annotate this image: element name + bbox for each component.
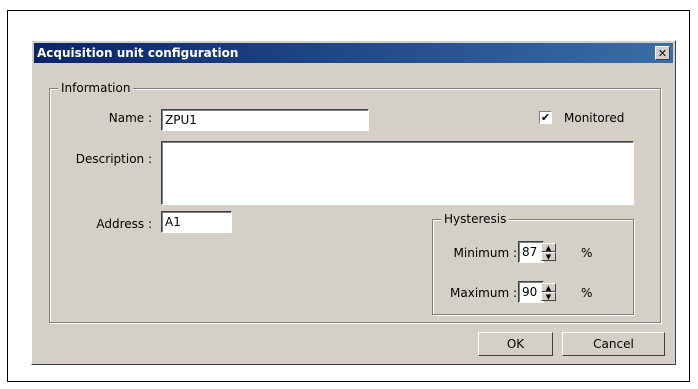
close-button[interactable]: ✕ <box>655 46 670 60</box>
minimum-label: Minimum : <box>453 246 517 260</box>
name-field[interactable] <box>161 109 369 131</box>
dialog-titlebar[interactable]: Acquisition unit configuration ✕ <box>34 43 673 63</box>
cancel-button[interactable]: Cancel <box>562 332 665 356</box>
maximum-unit: % <box>581 286 593 300</box>
cancel-button-label: Cancel <box>593 337 634 351</box>
hysteresis-legend: Hysteresis <box>441 212 510 226</box>
ok-button-label: OK <box>506 337 525 351</box>
maximum-label: Maximum : <box>450 286 517 300</box>
maximum-spinner[interactable]: ▲ ▼ <box>541 283 556 301</box>
dialog-title: Acquisition unit configuration <box>37 46 239 60</box>
minimum-spinner[interactable]: ▲ ▼ <box>541 243 556 261</box>
description-field[interactable] <box>161 141 634 205</box>
name-label: Name : <box>108 111 152 125</box>
monitored-checkbox[interactable]: ✔ <box>539 111 552 124</box>
maximum-down-arrow-icon[interactable]: ▼ <box>541 292 556 301</box>
information-legend: Information <box>58 81 134 95</box>
monitored-label: Monitored <box>564 111 625 125</box>
description-label: Description : <box>75 152 152 166</box>
check-icon: ✔ <box>540 111 551 124</box>
minimum-up-arrow-icon[interactable]: ▲ <box>541 243 556 252</box>
maximum-up-arrow-icon[interactable]: ▲ <box>541 283 556 292</box>
close-icon: ✕ <box>657 46 668 60</box>
minimum-down-arrow-icon[interactable]: ▼ <box>541 252 556 261</box>
address-label: Address : <box>96 217 152 231</box>
address-field[interactable] <box>161 211 232 233</box>
ok-button[interactable]: OK <box>478 332 553 356</box>
minimum-unit: % <box>581 246 593 260</box>
acquisition-unit-dialog: Acquisition unit configuration ✕ Informa… <box>31 40 676 365</box>
